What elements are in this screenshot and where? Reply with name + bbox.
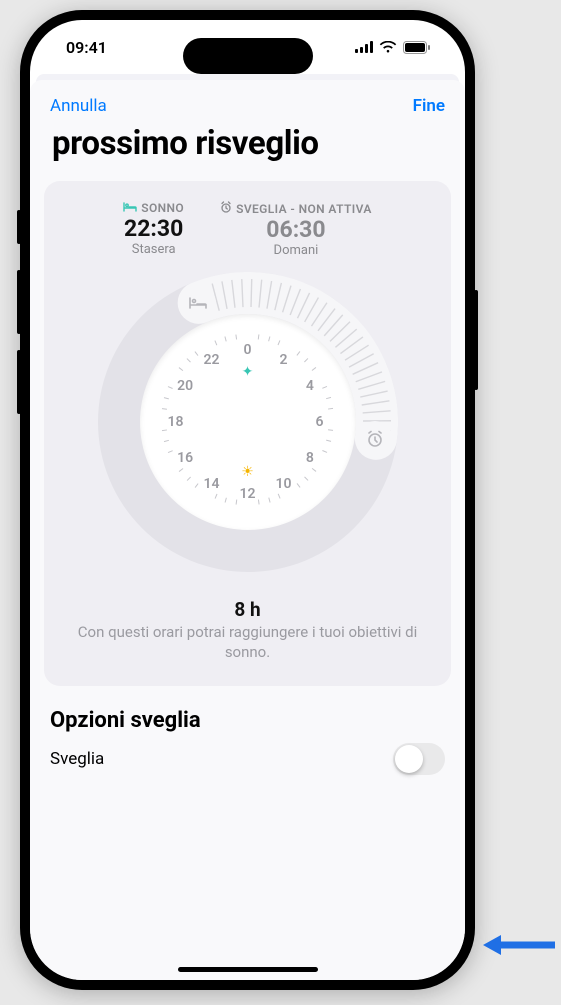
hour-label: 6 (316, 414, 324, 430)
cancel-button[interactable]: Annulla (50, 96, 107, 116)
bedtime-handle[interactable] (180, 285, 216, 321)
options-title: Opzioni sveglia (30, 686, 465, 739)
page-title: prossimo risveglio (30, 124, 465, 181)
wake-block: SVEGLIA - NON ATTIVA 06:30 Domani (220, 201, 372, 258)
bedtime-value: 22:30 (123, 215, 184, 242)
home-indicator[interactable] (178, 967, 318, 972)
power-button (474, 290, 478, 390)
dynamic-island (183, 38, 313, 74)
battery-icon (403, 41, 431, 54)
hour-label: 16 (177, 450, 193, 466)
wake-handle[interactable] (357, 421, 393, 457)
alarm-toggle-row: Sveglia (30, 739, 465, 775)
alarm-toggle-label: Sveglia (50, 749, 104, 769)
hour-label: 22 (204, 352, 220, 368)
annotation-arrow (483, 930, 555, 964)
side-button (17, 210, 21, 244)
schedule-card: SONNO 22:30 Stasera SVEGLIA - NON ATTIVA… (44, 181, 451, 686)
wake-sub: Domani (220, 243, 372, 258)
phone-frame: 09:41 Annulla Fine prossimo risveglio (20, 10, 475, 990)
cellular-signal-icon (355, 41, 373, 53)
hour-label: 18 (168, 414, 184, 430)
hour-label: 10 (276, 476, 292, 492)
wake-value: 06:30 (220, 216, 372, 243)
bed-icon (123, 201, 137, 215)
bedtime-block: SONNO 22:30 Stasera (123, 201, 184, 258)
done-button[interactable]: Fine (413, 96, 445, 116)
sun-icon: ☀ (241, 464, 254, 480)
hour-label: 12 (240, 486, 256, 502)
alarm-toggle[interactable] (393, 743, 445, 775)
screen: 09:41 Annulla Fine prossimo risveglio (30, 20, 465, 980)
hour-label: 0 (244, 342, 252, 358)
hour-label: 4 (306, 378, 314, 394)
wake-label: SVEGLIA - NON ATTIVA (236, 202, 372, 216)
hour-label: 8 (306, 450, 314, 466)
duration-block: 8 h Con questi orari potrai raggiungere … (58, 598, 437, 662)
stars-icon: ✦ (242, 364, 254, 380)
volume-down-button (17, 350, 21, 414)
sheet: Annulla Fine prossimo risveglio SONNO 22… (30, 80, 465, 980)
status-time: 09:41 (66, 38, 107, 57)
bedtime-sub: Stasera (123, 242, 184, 257)
alarm-icon (220, 201, 232, 216)
bedtime-label: SONNO (141, 201, 184, 215)
sleep-dial[interactable]: 0 2 4 6 8 10 12 14 16 18 20 22 ✦ ☀ (98, 272, 398, 572)
hour-label: 20 (177, 378, 193, 394)
volume-up-button (17, 270, 21, 334)
hour-label: 14 (204, 476, 220, 492)
hour-label: 2 (280, 352, 288, 368)
duration-value: 8 h (58, 598, 437, 621)
duration-text: Con questi orari potrai raggiungere i tu… (58, 621, 437, 662)
wifi-icon (379, 41, 397, 53)
